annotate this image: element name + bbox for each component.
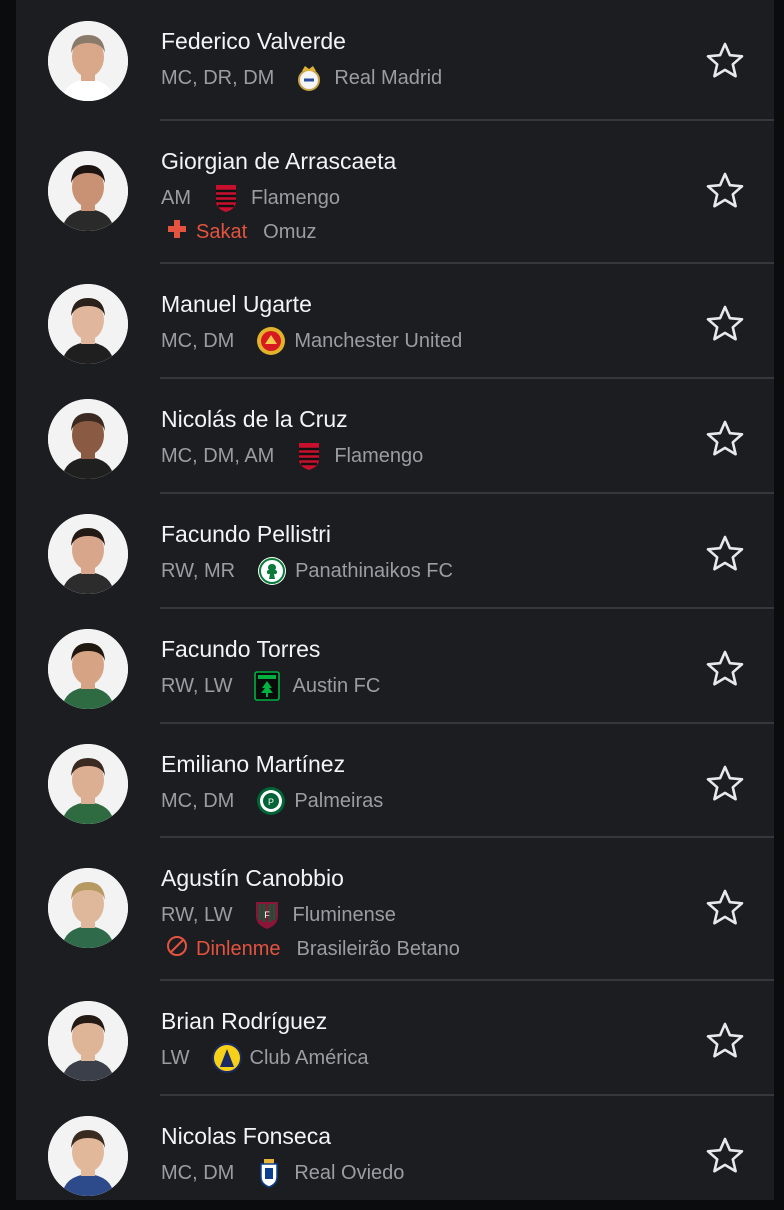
- player-row[interactable]: Nicolás de la Cruz MC, DM, AM Flamengo: [16, 378, 774, 494]
- club-name: Panathinaikos FC: [295, 559, 453, 582]
- player-positions: MC, DM: [161, 329, 235, 352]
- player-name: Manuel Ugarte: [161, 291, 312, 317]
- player-meta: MC, DM Manchester United: [161, 326, 462, 356]
- player-positions: LW: [161, 1046, 190, 1069]
- club-name: Palmeiras: [294, 789, 384, 812]
- player-avatar: [48, 21, 128, 101]
- player-meta: MC, DM P Palmeiras: [161, 786, 383, 816]
- real-madrid-crest-icon: [296, 63, 322, 93]
- player-avatar: [48, 1116, 128, 1196]
- player-avatar: [48, 399, 128, 479]
- player-row[interactable]: Facundo Pellistri RW, MR Panathinaikos FC: [16, 493, 774, 609]
- player-positions: MC, DM: [161, 789, 235, 812]
- favorite-star-icon[interactable]: [704, 40, 746, 82]
- flamengo-crest-icon: [296, 441, 322, 471]
- favorite-star-icon[interactable]: [704, 170, 746, 212]
- player-meta: MC, DR, DM Real Madrid: [161, 63, 442, 93]
- player-name: Facundo Torres: [161, 636, 321, 662]
- club-name: Real Madrid: [334, 66, 443, 89]
- player-row[interactable]: Manuel Ugarte MC, DM Manchester United: [16, 263, 774, 379]
- rest-block-icon: [166, 935, 188, 963]
- status-detail: Brasileirão Betano: [296, 937, 460, 960]
- player-row[interactable]: Federico Valverde MC, DR, DM Real Madrid: [16, 0, 774, 121]
- player-status: Dinlenme Brasileirão Betano: [166, 935, 460, 963]
- player-name: Brian Rodríguez: [161, 1008, 328, 1034]
- favorite-star-icon[interactable]: [704, 887, 746, 929]
- player-name: Facundo Pellistri: [161, 521, 332, 547]
- club-name: Manchester United: [294, 329, 463, 352]
- player-meta: AM Flamengo: [161, 183, 340, 213]
- player-avatar: [48, 514, 128, 594]
- player-avatar: [48, 629, 128, 709]
- flamengo-crest-icon: [213, 183, 239, 213]
- club-name: Flamengo: [334, 444, 424, 467]
- player-name: Federico Valverde: [161, 28, 346, 54]
- player-status: Sakat Omuz: [166, 218, 317, 246]
- injury-cross-icon: [166, 218, 188, 246]
- real-oviedo-crest-icon: [256, 1158, 282, 1188]
- player-name: Nicolás de la Cruz: [161, 406, 348, 432]
- club-america-crest-icon: [211, 1043, 242, 1073]
- club-name: Austin FC: [292, 674, 381, 697]
- player-meta: LW Club América: [161, 1043, 368, 1073]
- player-positions: MC, DR, DM: [161, 66, 275, 89]
- player-positions: RW, LW: [161, 674, 233, 697]
- svg-text:P: P: [268, 797, 274, 807]
- club-name: Fluminense: [292, 903, 396, 926]
- player-row[interactable]: Nicolas Fonseca MC, DM Real Oviedo: [16, 1095, 774, 1210]
- player-avatar: [48, 868, 128, 948]
- player-meta: RW, LW F Fluminense: [161, 900, 396, 930]
- club-name: Club América: [249, 1046, 369, 1069]
- player-row[interactable]: Facundo Torres RW, LW Austin FC: [16, 608, 774, 724]
- fluminense-crest-icon: F: [254, 900, 280, 930]
- player-row[interactable]: Agustín Canobbio RW, LW F Fluminense Dinlenm…: [16, 837, 774, 981]
- player-row[interactable]: Giorgian de Arrascaeta AM Flamengo Sakat Omu…: [16, 120, 774, 264]
- player-row[interactable]: Brian Rodríguez LW Club América: [16, 980, 774, 1096]
- panathinaikos-crest-icon: [257, 556, 287, 586]
- player-meta: RW, LW Austin FC: [161, 671, 380, 701]
- austin-fc-crest-icon: [254, 671, 281, 701]
- player-positions: AM: [161, 186, 191, 209]
- favorite-star-icon[interactable]: [704, 1135, 746, 1177]
- player-list: Federico Valverde MC, DR, DM Real Madrid Gi…: [16, 0, 774, 1200]
- favorite-star-icon[interactable]: [704, 303, 746, 345]
- player-avatar: [48, 151, 128, 231]
- player-positions: MC, DM: [161, 1161, 235, 1184]
- player-meta: MC, DM Real Oviedo: [161, 1158, 404, 1188]
- manchester-united-crest-icon: [256, 326, 286, 356]
- favorite-star-icon[interactable]: [704, 418, 746, 460]
- club-name: Flamengo: [251, 186, 340, 209]
- player-positions: MC, DM, AM: [161, 444, 275, 467]
- player-avatar: [48, 1001, 128, 1081]
- player-name: Nicolas Fonseca: [161, 1123, 332, 1149]
- player-avatar: [48, 284, 128, 364]
- club-name: Real Oviedo: [294, 1161, 405, 1184]
- player-name: Agustín Canobbio: [161, 865, 344, 891]
- player-avatar: [48, 744, 128, 824]
- favorite-star-icon[interactable]: [704, 763, 746, 805]
- player-meta: MC, DM, AM Flamengo: [161, 441, 423, 471]
- status-label: Dinlenme: [196, 937, 281, 960]
- player-positions: RW, LW: [161, 903, 233, 926]
- favorite-star-icon[interactable]: [704, 648, 746, 690]
- player-name: Giorgian de Arrascaeta: [161, 148, 397, 174]
- player-positions: RW, MR: [161, 559, 236, 582]
- player-name: Emiliano Martínez: [161, 751, 346, 777]
- palmeiras-crest-icon: P: [256, 786, 286, 816]
- svg-text:F: F: [265, 910, 271, 920]
- status-detail: Omuz: [263, 220, 317, 243]
- player-meta: RW, MR Panathinaikos FC: [161, 556, 453, 586]
- favorite-star-icon[interactable]: [704, 1020, 746, 1062]
- favorite-star-icon[interactable]: [704, 533, 746, 575]
- status-label: Sakat: [196, 220, 248, 243]
- player-row[interactable]: Emiliano Martínez MC, DM P Palmeiras: [16, 723, 774, 838]
